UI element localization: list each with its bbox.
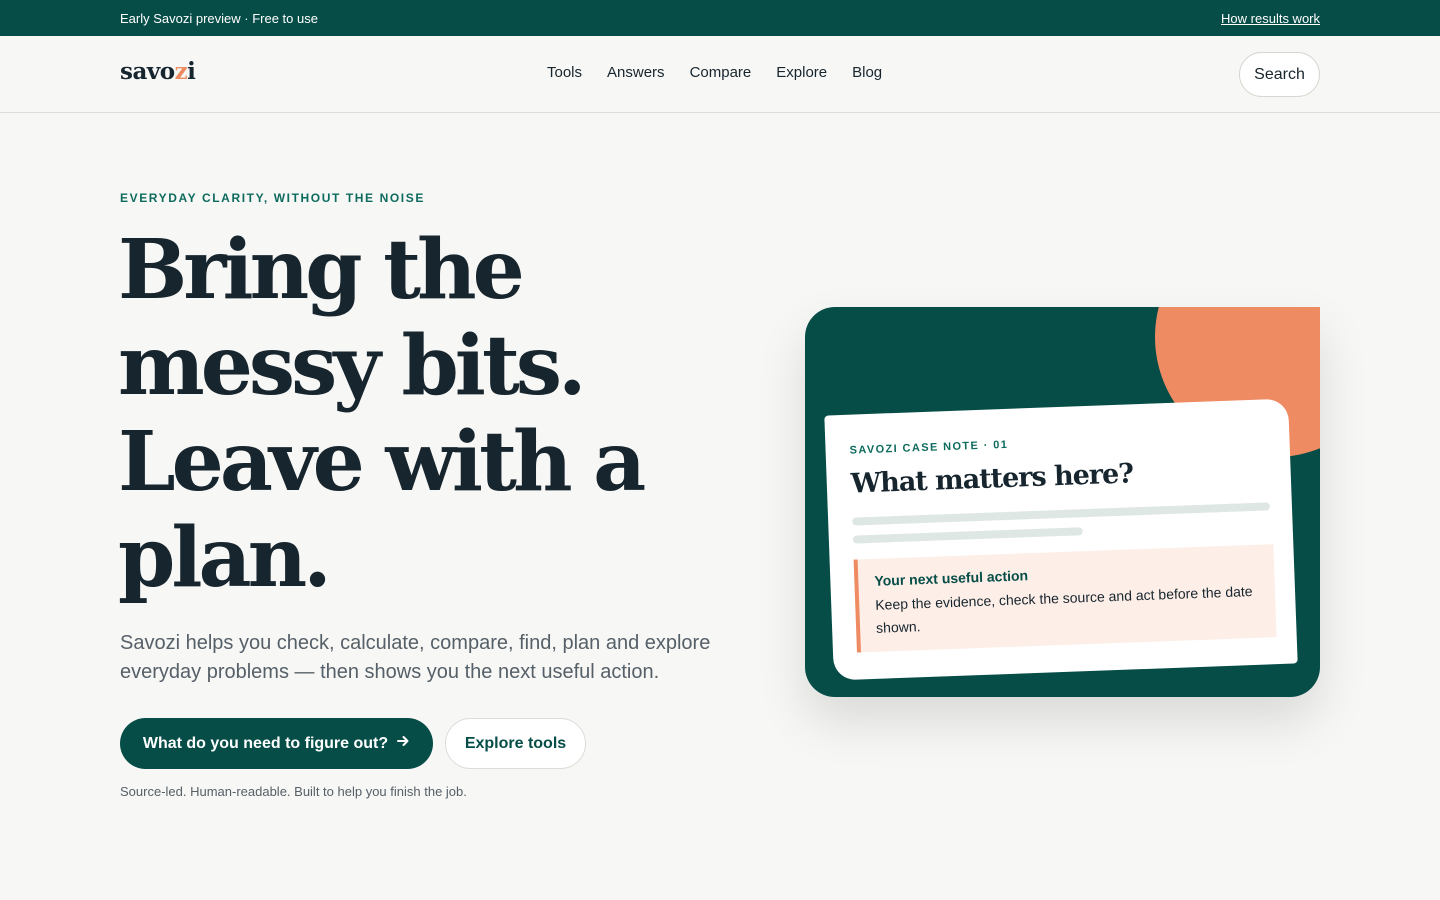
main-nav: Tools Answers Compare Explore Blog — [547, 64, 907, 81]
nav-explore[interactable]: Explore — [776, 64, 827, 81]
hero-lead: Savozi helps you check, calculate, compa… — [120, 632, 711, 683]
announcement-bar: Early Savozi preview · Free to use How r… — [0, 0, 1440, 36]
next-action-callout: Your next useful action Keep the evidenc… — [853, 544, 1277, 653]
explore-tools-button[interactable]: Explore tools — [445, 718, 586, 769]
placeholder-line — [852, 502, 1271, 526]
announcement-text: Early Savozi preview · Free to use — [120, 10, 318, 26]
nav-answers[interactable]: Answers — [607, 64, 665, 81]
hero-eyebrow: EVERYDAY CLARITY, WITHOUT THE NOISE — [120, 191, 425, 205]
nav-blog[interactable]: Blog — [852, 64, 882, 81]
case-note-title: What matters here? — [850, 458, 1134, 500]
nav-tools[interactable]: Tools — [547, 64, 582, 81]
case-note-eyebrow: SAVOZI CASE NOTE · 01 — [849, 438, 1009, 457]
hero-footnote: Source-led. Human-readable. Built to hel… — [120, 784, 467, 799]
how-results-work-link[interactable]: How results work — [1221, 11, 1320, 26]
placeholder-line — [852, 527, 1083, 544]
next-action-text: Keep the evidence, check the source and … — [874, 583, 1253, 636]
hero-illustration: SAVOZI CASE NOTE · 01 What matters here?… — [805, 307, 1320, 697]
case-note-card: SAVOZI CASE NOTE · 01 What matters here?… — [824, 398, 1298, 681]
figure-out-button[interactable]: What do you need to figure out? — [120, 718, 433, 769]
site-header: savozi Tools Answers Compare Explore Blo… — [0, 36, 1440, 113]
arrow-right-icon — [396, 734, 410, 753]
search-button[interactable]: Search — [1239, 52, 1320, 97]
hero-headline: Bring the messy bits. Leave with a plan. — [118, 222, 646, 606]
nav-compare[interactable]: Compare — [690, 64, 752, 81]
figure-out-label: What do you need to figure out? — [142, 734, 389, 752]
savozi-logo[interactable]: savozi — [120, 58, 196, 85]
